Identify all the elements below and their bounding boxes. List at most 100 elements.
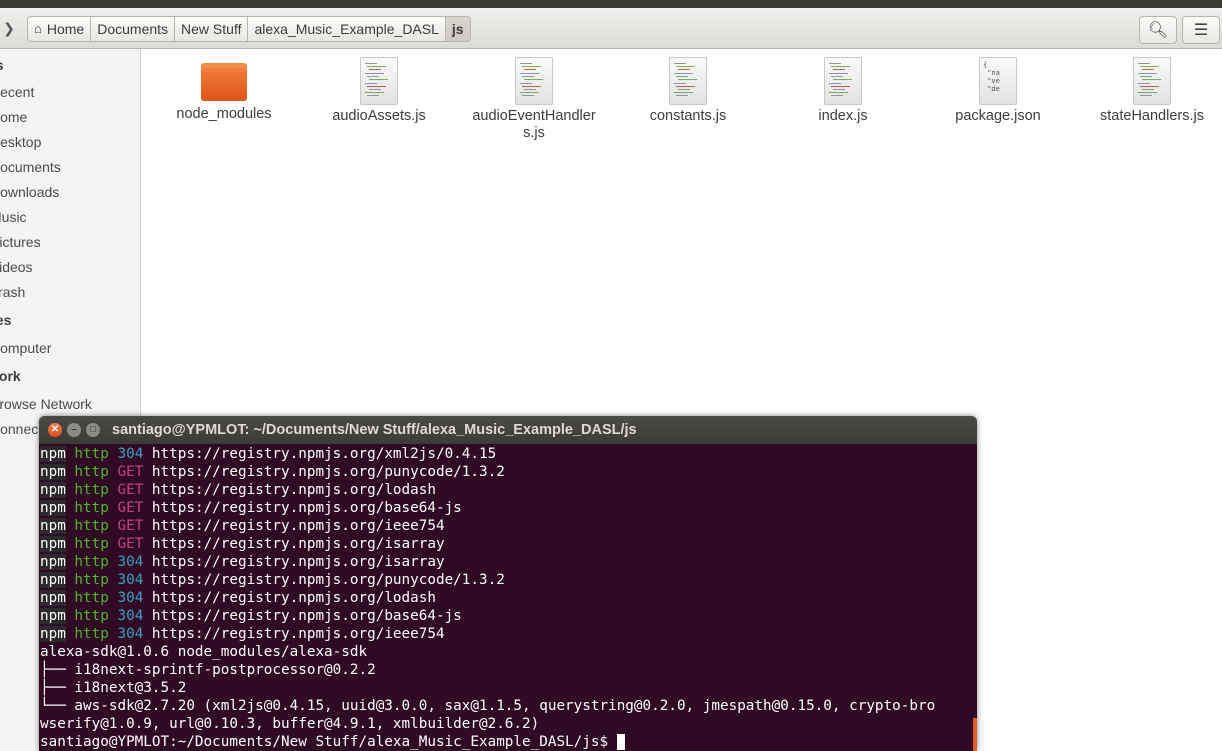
- npm-label: npm: [40, 536, 66, 552]
- js-file-icon: [360, 57, 398, 105]
- terminal-line: └── aws-sdk@2.7.20 (xml2js@0.4.15, uuid@…: [40, 698, 936, 714]
- search-icon[interactable]: 🔍︎: [1139, 16, 1177, 44]
- http-method: 304: [108, 608, 144, 624]
- registry-url: https://registry.npmjs.org/base64-js: [143, 608, 462, 624]
- folder-icon: [201, 63, 247, 101]
- terminal-line: npm http GET https://registry.npmjs.org/…: [40, 481, 977, 499]
- file-manager-header: ❯ ⌂ Home Documents New Stuff alexa_Music_…: [0, 8, 1222, 49]
- file-name: audioAssets.js: [332, 108, 426, 124]
- terminal-window[interactable]: ✕ – □ santiago@YPMLOT: ~/Documents/New S…: [39, 416, 977, 751]
- sidebar-item-recent[interactable]: Recent: [0, 84, 34, 100]
- terminal-line: npm http 304 https://registry.npmjs.org/…: [40, 553, 977, 571]
- http-method: GET: [108, 482, 144, 498]
- terminal-titlebar[interactable]: ✕ – □ santiago@YPMLOT: ~/Documents/New S…: [39, 416, 977, 444]
- terminal-output[interactable]: npm http 304 https://registry.npmjs.org/…: [40, 445, 977, 751]
- js-file-icon: [515, 57, 553, 105]
- close-icon[interactable]: ✕: [48, 423, 62, 437]
- http-method: 304: [108, 572, 144, 588]
- maximize-icon[interactable]: □: [86, 423, 100, 437]
- registry-url: https://registry.npmjs.org/isarray: [143, 536, 445, 552]
- terminal-line: alexa-sdk@1.0.6 node_modules/alexa-sdk: [40, 644, 368, 660]
- terminal-prompt[interactable]: santiago@YPMLOT:~/Documents/New Stuff/al…: [40, 733, 977, 751]
- sidebar-item-home[interactable]: Home: [0, 109, 27, 125]
- file-item[interactable]: node_modules: [149, 57, 299, 123]
- file-name: constants.js: [649, 108, 727, 124]
- breadcrumb-new-stuff[interactable]: New Stuff: [174, 16, 248, 42]
- json-preview: { "na "ve "de: [983, 61, 1000, 93]
- http-method: 304: [108, 590, 144, 606]
- file-item[interactable]: constants.js: [613, 57, 763, 125]
- file-name: audioEventHandler s.js: [472, 108, 596, 141]
- breadcrumb-alexa-folder[interactable]: alexa_Music_Example_DASL: [247, 16, 445, 42]
- npm-label: npm: [40, 482, 66, 498]
- terminal-line: npm http 304 https://registry.npmjs.org/…: [40, 571, 977, 589]
- http-label: http: [65, 626, 109, 642]
- breadcrumb-home[interactable]: ⌂ Home: [27, 16, 91, 42]
- npm-label: npm: [40, 464, 66, 480]
- menu-icon[interactable]: ☰: [1182, 16, 1220, 44]
- file-name: package.json: [955, 108, 1041, 124]
- http-label: http: [65, 536, 109, 552]
- prompt-text: santiago@YPMLOT:~/Documents/New Stuff/al…: [40, 734, 617, 750]
- sidebar-item-connec[interactable]: Connec: [0, 421, 38, 437]
- top-panel: [0, 0, 1222, 8]
- file-grid: node_modules audioAssets.js audioEventHand…: [141, 49, 1222, 449]
- sidebar-item-computer[interactable]: Computer: [0, 340, 51, 356]
- registry-url: https://registry.npmjs.org/isarray: [143, 554, 445, 570]
- http-label: http: [65, 446, 109, 462]
- sidebar-item-music[interactable]: Music: [0, 209, 27, 225]
- npm-label: npm: [40, 446, 66, 462]
- sidebar-heading: es: [0, 57, 4, 73]
- http-label: http: [65, 590, 109, 606]
- file-name: stateHandlers.js: [1100, 108, 1204, 124]
- terminal-line: npm http 304 https://registry.npmjs.org/…: [40, 625, 977, 643]
- npm-label: npm: [40, 554, 66, 570]
- http-method: 304: [108, 554, 144, 570]
- terminal-line: npm http GET https://registry.npmjs.org/…: [40, 463, 977, 481]
- sidebar-item-pictures[interactable]: Pictures: [0, 234, 41, 250]
- terminal-line: npm http 304 https://registry.npmjs.org/…: [40, 445, 977, 463]
- back-arrow-icon[interactable]: ❯: [0, 16, 18, 42]
- file-item[interactable]: audioEventHandler s.js: [459, 57, 609, 142]
- http-method: GET: [108, 518, 144, 534]
- http-method: 304: [108, 446, 144, 462]
- cursor: [616, 734, 625, 750]
- breadcrumb-documents[interactable]: Documents: [90, 16, 175, 42]
- http-method: 304: [108, 626, 144, 642]
- npm-label: npm: [40, 572, 66, 588]
- file-item[interactable]: audioAssets.js: [304, 57, 454, 125]
- npm-label: npm: [40, 608, 66, 624]
- registry-url: https://registry.npmjs.org/ieee754: [143, 518, 445, 534]
- http-label: http: [65, 464, 109, 480]
- terminal-line: npm http GET https://registry.npmjs.org/…: [40, 535, 977, 553]
- http-label: http: [65, 608, 109, 624]
- registry-url: https://registry.npmjs.org/ieee754: [143, 626, 445, 642]
- sidebar-item-videos[interactable]: Videos: [0, 259, 33, 275]
- json-file-icon: { "na "ve "de: [979, 57, 1017, 105]
- registry-url: https://registry.npmjs.org/lodash: [143, 590, 436, 606]
- sidebar-heading: work: [0, 368, 21, 384]
- file-name: index.js: [818, 108, 868, 124]
- registry-url: https://registry.npmjs.org/xml2js/0.4.15: [143, 446, 497, 462]
- http-label: http: [65, 500, 109, 516]
- http-label: http: [65, 482, 109, 498]
- sidebar-item-desktop[interactable]: Desktop: [0, 134, 41, 150]
- terminal-line: ├── i18next-sprintf-postprocessor@0.2.2: [40, 662, 376, 678]
- sidebar-item-trash[interactable]: Trash: [0, 284, 25, 300]
- sidebar-item-browse-network[interactable]: Browse Network: [0, 396, 92, 412]
- terminal-line: npm http 304 https://registry.npmjs.org/…: [40, 589, 977, 607]
- npm-label: npm: [40, 518, 66, 534]
- file-item[interactable]: stateHandlers.js: [1077, 57, 1222, 125]
- file-name: node_modules: [176, 106, 272, 122]
- file-item[interactable]: index.js: [768, 57, 918, 125]
- terminal-title: santiago@YPMLOT: ~/Documents/New Stuff/a…: [112, 422, 637, 438]
- http-method: GET: [108, 500, 144, 516]
- sidebar-item-downloads[interactable]: Downloads: [0, 184, 59, 200]
- minimize-icon[interactable]: –: [67, 423, 81, 437]
- registry-url: https://registry.npmjs.org/punycode/1.3.…: [143, 572, 505, 588]
- npm-label: npm: [40, 626, 66, 642]
- sidebar-item-documents[interactable]: Documents: [0, 159, 61, 175]
- terminal-line: ├── i18next@3.5.2: [40, 680, 187, 696]
- breadcrumb-js[interactable]: js: [444, 16, 471, 42]
- file-item[interactable]: { "na "ve "de package.json: [923, 57, 1073, 125]
